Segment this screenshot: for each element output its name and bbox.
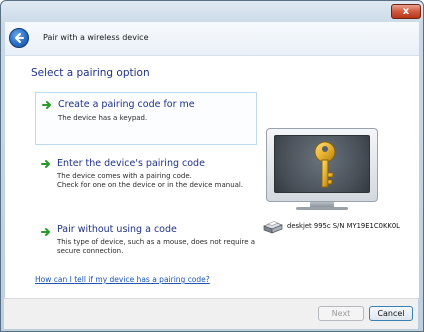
option-description: The device has a keypad. (58, 114, 148, 122)
section-title: Select a pairing option (31, 67, 150, 79)
monitor-frame (266, 128, 378, 202)
close-button[interactable]: x (391, 4, 421, 19)
back-button[interactable] (9, 28, 29, 48)
option-description: The device comes with a pairing code. (57, 172, 192, 180)
back-arrow-icon (15, 33, 24, 43)
device-label: deskjet 995c S/N MY19E1C0KK0L (287, 222, 400, 230)
wizard-header: Pair with a wireless device (5, 22, 419, 56)
close-icon: x (402, 6, 410, 17)
key-icon (314, 141, 336, 188)
green-arrow-icon (41, 228, 50, 236)
option-title: Enter the device's pairing code (57, 158, 205, 169)
pairing-code-help-link[interactable]: How can I tell if my device has a pairin… (35, 275, 210, 284)
green-arrow-icon (41, 160, 50, 168)
next-button[interactable]: Next (318, 306, 364, 321)
cancel-button[interactable]: Cancel (369, 306, 413, 321)
monitor-base (296, 207, 348, 210)
option-description: secure connection. (57, 247, 124, 255)
option-enter-device-code[interactable]: Enter the device's pairing code The devi… (35, 152, 257, 192)
window-title: Pair with a wireless device (43, 33, 149, 42)
printer-icon (263, 221, 283, 234)
option-description: Check for one on the device or in the de… (57, 181, 244, 189)
monitor-screen (274, 135, 370, 193)
option-pair-without-code[interactable]: Pair without using a code This type of d… (35, 220, 265, 260)
option-title: Create a pairing code for me (58, 99, 195, 110)
option-description: This type of device, such as a mouse, do… (57, 238, 256, 246)
option-title: Pair without using a code (57, 224, 177, 235)
option-create-pairing-code[interactable]: Create a pairing code for me The device … (35, 92, 257, 145)
green-arrow-icon (42, 101, 51, 109)
monitor-icon (266, 128, 378, 210)
